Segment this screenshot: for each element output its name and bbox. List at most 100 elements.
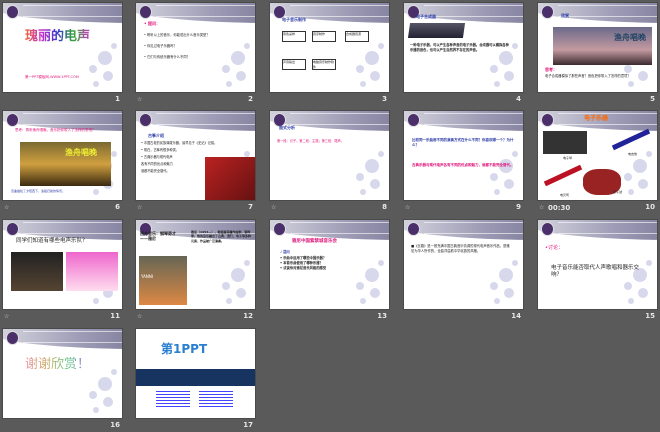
transition-star-icon[interactable]: ☆	[137, 96, 142, 103]
instrument-label: 架子鼓	[613, 190, 623, 194]
picture-caption: 渔舟唱晚	[614, 33, 646, 42]
slide-number: 9	[516, 203, 521, 211]
transition-star-icon[interactable]: ☆	[539, 204, 544, 211]
transition-star-icon[interactable]: ☆	[405, 204, 410, 211]
transition-star-icon[interactable]: ☆	[4, 313, 9, 320]
slide-text: 各有不同的优点和魅力	[141, 162, 173, 166]
bubble-decoration	[93, 81, 99, 87]
diagram-box: 合成器音源	[345, 31, 369, 42]
slide-text: • 现在，古筝有很多种类。	[141, 148, 179, 152]
slide-text: • 聆听以上的音乐，你能说出什么音乐类型？	[144, 33, 210, 37]
slide-thumbnail-9[interactable]: 比较同一乐曲用不同的演奏方式在什么不同？你喜欢哪一个？为什么？ 古典乐器与现代电声…	[404, 111, 523, 200]
bubble-decoration	[365, 51, 379, 65]
bubble-decoration	[244, 43, 250, 49]
logo-icon	[6, 222, 19, 236]
slide-title: 思考：再听渔舟唱晚，音乐把你带入了怎样的意境？	[15, 128, 96, 132]
slide-thumbnail-1[interactable]: 瑰丽的电声 第一PPT模板网-WWW.1PPT.COM	[3, 3, 122, 92]
slide-number: 10	[645, 203, 655, 211]
slide-thumbnail-4[interactable]: 电子合成器 一种电子乐器，可以产生各种声音的电子乐器。合成器可以模拟各种乐器的音色…	[404, 3, 523, 92]
slide-thumbnail-3[interactable]: 电子音乐制作 音色采样 音序制作 合成器音源 声音输出 电脑音乐制作软件	[270, 3, 389, 92]
yanni-photo: YANNI	[139, 256, 187, 305]
transition-star-icon[interactable]: ☆	[137, 204, 142, 211]
slide-thumbnail-14[interactable]: ■《丝路》是一首充满中国古典音乐情调的现代电声音乐作品，是雅尼为华人所作的，全曲…	[404, 220, 523, 309]
slide-number: 1	[115, 95, 120, 103]
bubble-decoration	[365, 268, 379, 282]
bubble-decoration	[111, 369, 117, 375]
bubble-decoration	[222, 282, 230, 290]
slide-number: 13	[377, 312, 387, 320]
slide-title: 西方音乐：钢琴奇才——雅尼	[140, 231, 176, 241]
slide-thumbnail-5[interactable]: 欣赏 渔舟唱晚 思考： 电子合成器模拟了那些声音？音色把你带入了怎样的意境？	[538, 3, 657, 92]
bubble-decoration	[370, 71, 380, 81]
slide-thumbnail-16[interactable]: 谢谢欣赏！	[3, 329, 122, 418]
logo-icon	[6, 331, 19, 345]
bubble-decoration	[494, 298, 500, 304]
bubble-decoration	[98, 377, 112, 391]
slide-thumbnail-15[interactable]: •讨论： 电子音乐能否取代人声歌唱和器乐交响？	[538, 220, 657, 309]
bubble-decoration	[638, 179, 648, 189]
info-banner	[136, 369, 255, 386]
slide-number: 16	[110, 421, 120, 429]
logo-icon	[407, 113, 420, 127]
transition-star-icon[interactable]: ☆	[4, 204, 9, 211]
slide-text: 电子合成器模拟了那些声音？音色把你带入了怎样的意境？	[545, 74, 631, 78]
slide-thumbnail-7[interactable]: 古筝介绍 • 中国古老的民族弹拨乐器，最早见于《史记》记载。 • 现在，古筝有很多种…	[136, 111, 255, 200]
bubble-decoration	[360, 298, 366, 304]
guitar-image	[543, 164, 583, 187]
slide-number: 15	[645, 312, 655, 320]
slide-thumbnail-8[interactable]: 曲式分析 第一段：引子；第二段：主题；第三段：尾声。	[270, 111, 389, 200]
bubble-decoration	[628, 189, 634, 195]
logo-icon	[273, 222, 286, 236]
bubble-decoration	[370, 288, 380, 298]
diagram-box: 音序制作	[312, 31, 336, 42]
slide-text: • 它们与传统乐器有什么不同？	[144, 55, 190, 59]
bubble-decoration	[378, 260, 384, 266]
slide-thumbnail-13[interactable]: 雅尼中国紫禁城音乐会 ♪ 提问 • 乐曲中运用了哪些中国乐器？ • 本首乐曲使用了哪种…	[270, 220, 389, 309]
bubble-decoration	[504, 288, 514, 298]
slide-text: • 古典乐器与现代电声	[141, 155, 173, 159]
bubble-decoration	[370, 179, 380, 189]
guitar-image	[611, 128, 651, 151]
slide-text: 雅尼（1954—），希腊裔美籍作曲家、钢琴家。他的音乐融合了古典、流行、电子等多…	[191, 230, 252, 243]
bubble-decoration	[490, 65, 498, 73]
diagram-box: 声音输出	[282, 59, 306, 70]
slide-number: 7	[248, 203, 253, 211]
header-band	[3, 329, 122, 349]
logo-icon	[407, 222, 420, 236]
bubble-decoration	[226, 81, 232, 87]
slide-number: 4	[516, 95, 521, 103]
slide-text: 谁都不能完全替代。	[141, 169, 170, 173]
slide-number: 14	[511, 312, 521, 320]
slide-title: 谢谢欣赏！	[25, 357, 91, 372]
bubble-decoration	[624, 173, 632, 181]
bubble-decoration	[494, 189, 500, 195]
slide-text: 比较同一乐曲用不同的演奏方式在什么不同？你喜欢哪一个？为什么？	[412, 138, 514, 147]
slide-number: 2	[248, 95, 253, 103]
slide-thumbnail-11[interactable]: 同学们知道有哪些电声乐队？	[3, 220, 122, 309]
slide-title: 古筝介绍	[148, 133, 164, 138]
ppt-logo: 第1PPT	[161, 342, 208, 356]
slide-text: • 试谈你对雅尼音乐风格的感受	[280, 266, 327, 270]
bubble-decoration	[111, 43, 117, 49]
slide-thumbnail-6[interactable]: 思考：再听渔舟唱晚，音乐把你带入了怎样的意境？ 渔舟唱晚 该曲描绘了夕阳西下，渔船归…	[3, 111, 122, 200]
slide-number: 8	[382, 203, 387, 211]
slide-thumbnail-10[interactable]: 电子乐器 电子琴 电吉他 电贝司 架子鼓	[538, 111, 657, 200]
transition-star-icon[interactable]: ☆	[271, 204, 276, 211]
slide-timing: 00:30	[548, 204, 571, 212]
slide-number: 6	[115, 203, 120, 211]
slide-number: 11	[110, 312, 120, 320]
link-list	[199, 391, 233, 409]
bubble-decoration	[231, 268, 245, 282]
slide-thumbnail-12[interactable]: 西方音乐：钢琴奇才——雅尼 YANNI 雅尼（1954—），希腊裔美籍作曲家、钢琴家…	[136, 220, 255, 309]
slide-thumbnail-2[interactable]: • 提问： • 聆听以上的音乐，你能说出什么音乐类型？ • 你见过电子乐器吗？ • 它…	[136, 3, 255, 92]
logo-icon	[6, 5, 19, 19]
picture-caption: 渔舟唱晚	[65, 148, 97, 157]
slide-number: 3	[382, 95, 387, 103]
link-list	[156, 391, 190, 409]
instrument-label: 电吉他	[628, 152, 638, 156]
slide-text: ■《丝路》是一首充满中国古典音乐情调的现代电声音乐作品，是雅尼为华人所作的，全曲…	[411, 244, 510, 253]
transition-star-icon[interactable]: ☆	[137, 313, 142, 320]
slide-number: 17	[243, 421, 253, 429]
slide-thumbnail-17[interactable]: 第1PPT	[136, 329, 255, 418]
bubble-decoration	[646, 260, 652, 266]
